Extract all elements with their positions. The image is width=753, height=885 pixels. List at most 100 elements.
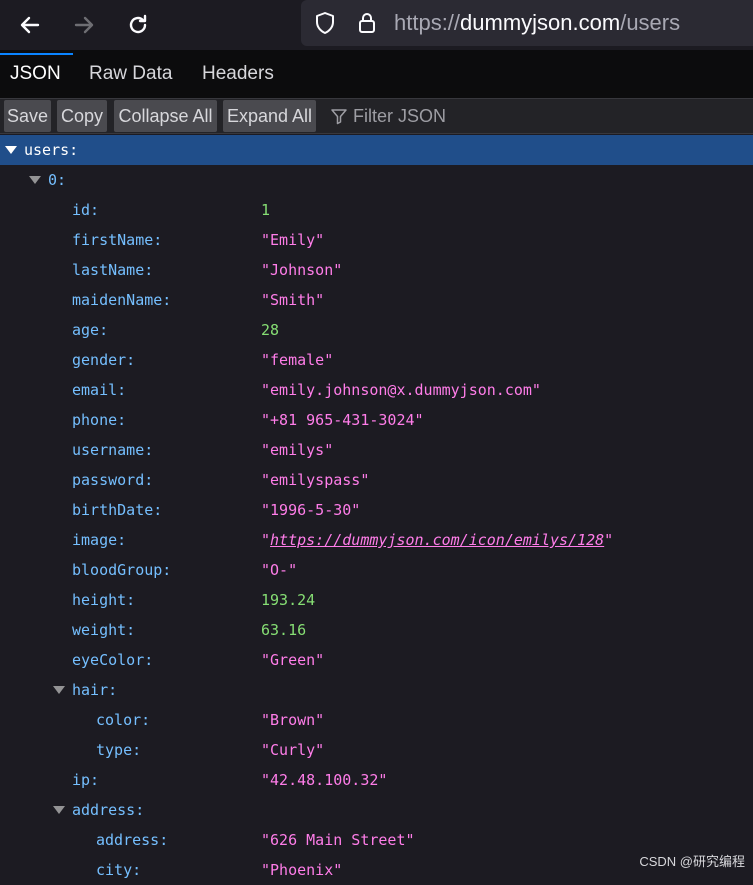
lock-icon[interactable]: [355, 11, 379, 35]
watermark: CSDN @研究编程: [639, 854, 745, 869]
shield-icon[interactable]: [313, 11, 337, 35]
active-tab-indicator: [0, 53, 73, 55]
tree-value: 63.16: [261, 621, 307, 639]
filter-json-input[interactable]: Filter JSON: [353, 100, 446, 132]
tree-row-hair[interactable]: hair:: [0, 675, 753, 705]
tree-row[interactable]: maidenName: "Smith": [0, 285, 753, 315]
tab-json[interactable]: JSON: [10, 56, 61, 92]
tree-value: "Green": [261, 651, 325, 669]
url-bar[interactable]: https://dummyjson.com/users: [301, 0, 753, 46]
reload-icon: [129, 14, 147, 34]
expand-all-button[interactable]: Expand All: [223, 100, 316, 132]
tree-key: username:: [72, 441, 154, 459]
tree-row[interactable]: lastName: "Johnson": [0, 255, 753, 285]
tree-key: password:: [72, 471, 154, 489]
tree-key: lastName:: [72, 261, 154, 279]
tree-row[interactable]: email: "emily.johnson@x.dummyjson.com": [0, 375, 753, 405]
tree-value: "Phoenix": [261, 861, 343, 879]
tree-row[interactable]: image: "https://dummyjson.com/icon/emily…: [0, 525, 753, 555]
tree-value: "1996-5-30": [261, 501, 361, 519]
tree-row[interactable]: height: 193.24: [0, 585, 753, 615]
url-scheme: https://: [394, 10, 461, 35]
tree-key: maidenName:: [72, 291, 172, 309]
tree-row[interactable]: bloodGroup: "O-": [0, 555, 753, 585]
tree-key: city:: [96, 861, 142, 879]
forward-button[interactable]: [67, 8, 101, 42]
tree-row[interactable]: gender: "female": [0, 345, 753, 375]
tree-key: address:: [72, 801, 145, 819]
tree-key: users:: [24, 141, 79, 159]
tree-key: phone:: [72, 411, 127, 429]
tree-key: birthDate:: [72, 501, 163, 519]
tree-value: 1: [261, 201, 271, 219]
tree-value: "42.48.100.32": [261, 771, 388, 789]
tree-key: ip:: [72, 771, 100, 789]
tab-raw-data[interactable]: Raw Data: [89, 56, 172, 92]
tree-row[interactable]: username: "emilys": [0, 435, 753, 465]
tree-row-index-0[interactable]: 0:: [0, 165, 753, 195]
expand-arrow-icon[interactable]: [53, 686, 65, 694]
tree-key: color:: [96, 711, 151, 729]
tree-value: "Brown": [261, 711, 325, 729]
expand-arrow-icon[interactable]: [53, 806, 65, 814]
tree-key: address:: [96, 831, 169, 849]
navigation-bar: https://dummyjson.com/users: [0, 0, 753, 50]
tree-key: id:: [72, 201, 100, 219]
tree-value: "Johnson": [261, 261, 343, 279]
tree-key: height:: [72, 591, 136, 609]
tree-value: "emilyspass": [261, 471, 370, 489]
url-text[interactable]: https://dummyjson.com/users: [394, 9, 680, 37]
tree-row-users[interactable]: users:: [0, 135, 753, 165]
tree-row[interactable]: age: 28: [0, 315, 753, 345]
forward-arrow-icon: [74, 16, 94, 34]
url-path: /users: [620, 10, 681, 35]
tree-value: "https://dummyjson.com/icon/emilys/128": [261, 531, 614, 549]
tree-row[interactable]: firstName: "Emily": [0, 225, 753, 255]
tree-row[interactable]: password: "emilyspass": [0, 465, 753, 495]
tree-key: type:: [96, 741, 142, 759]
tree-row[interactable]: weight: 63.16: [0, 615, 753, 645]
viewer-tabs: JSON Raw Data Headers: [0, 50, 753, 98]
tree-key: age:: [72, 321, 109, 339]
tree-row[interactable]: eyeColor: "Green": [0, 645, 753, 675]
tree-row[interactable]: id: 1: [0, 195, 753, 225]
tree-key: bloodGroup:: [72, 561, 172, 579]
tree-value: "Smith": [261, 291, 325, 309]
expand-arrow-icon[interactable]: [5, 146, 17, 154]
tree-value: "626 Main Street": [261, 831, 415, 849]
tree-key: weight:: [72, 621, 136, 639]
tree-value: "female": [261, 351, 334, 369]
tree-value: "+81 965-431-3024": [261, 411, 424, 429]
tree-key: firstName:: [72, 231, 163, 249]
expand-arrow-icon[interactable]: [29, 176, 41, 184]
tree-key: 0:: [48, 171, 67, 189]
tree-row[interactable]: ip: "42.48.100.32": [0, 765, 753, 795]
tree-key: eyeColor:: [72, 651, 154, 669]
filter-icon: [331, 109, 347, 125]
back-arrow-icon: [20, 16, 40, 34]
collapse-all-button[interactable]: Collapse All: [114, 100, 217, 132]
tree-key: gender:: [72, 351, 136, 369]
copy-button[interactable]: Copy: [57, 100, 107, 132]
url-host: dummyjson.com: [460, 10, 621, 35]
back-button[interactable]: [13, 8, 47, 42]
tree-row[interactable]: birthDate: "1996-5-30": [0, 495, 753, 525]
tree-row[interactable]: type: "Curly": [0, 735, 753, 765]
image-url-link[interactable]: https://dummyjson.com/icon/emilys/128: [270, 531, 604, 549]
json-toolbar: Save Copy Collapse All Expand All Filter…: [0, 98, 753, 134]
tree-value: "Emily": [261, 231, 325, 249]
tree-value: "emily.johnson@x.dummyjson.com": [261, 381, 541, 399]
tab-headers[interactable]: Headers: [202, 56, 274, 92]
tree-value: "O-": [261, 561, 298, 579]
tree-value: "Curly": [261, 741, 325, 759]
tree-key: image:: [72, 531, 127, 549]
tree-value: 28: [261, 321, 280, 339]
tree-key: hair:: [72, 681, 118, 699]
tree-row[interactable]: color: "Brown": [0, 705, 753, 735]
reload-button[interactable]: [121, 8, 155, 42]
save-button[interactable]: Save: [4, 100, 51, 132]
tree-row[interactable]: phone: "+81 965-431-3024": [0, 405, 753, 435]
tree-row-address[interactable]: address:: [0, 795, 753, 825]
tree-value: 193.24: [261, 591, 316, 609]
tree-value: "emilys": [261, 441, 334, 459]
